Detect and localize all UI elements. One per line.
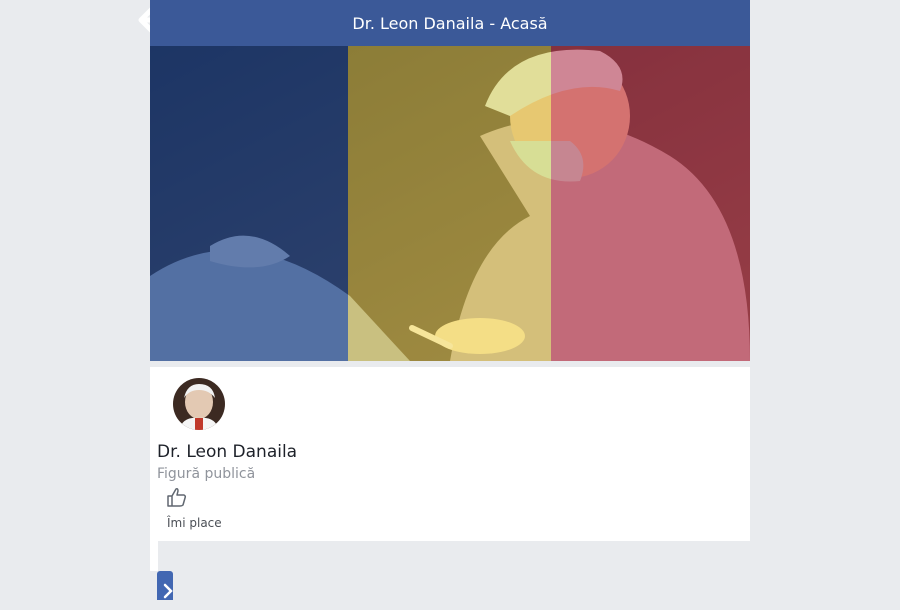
flag-stripe-yellow	[348, 46, 551, 361]
profile-category: Figură publică	[157, 466, 256, 482]
flag-stripe-red	[551, 46, 750, 361]
like-button[interactable]: Îmi place	[164, 485, 234, 535]
flag-stripe-blue	[150, 46, 348, 361]
page-title: Dr. Leon Danaila - Acasă	[352, 13, 548, 33]
cover-image	[150, 46, 750, 361]
profile-name: Dr. Leon Danaila	[157, 442, 298, 462]
chevron-right-icon	[163, 583, 173, 599]
thumbs-up-icon	[167, 488, 187, 507]
avatar[interactable]	[173, 378, 225, 430]
profile-card: Dr. Leon Danaila Figură publică Îmi plac…	[150, 367, 750, 541]
cover-photo[interactable]	[150, 46, 750, 361]
top-bar: Dr. Leon Danaila - Acasă	[150, 0, 750, 46]
like-label: Îmi place	[167, 516, 222, 530]
action-button[interactable]	[157, 571, 173, 600]
profile-picture	[173, 378, 225, 430]
divider	[150, 541, 158, 571]
